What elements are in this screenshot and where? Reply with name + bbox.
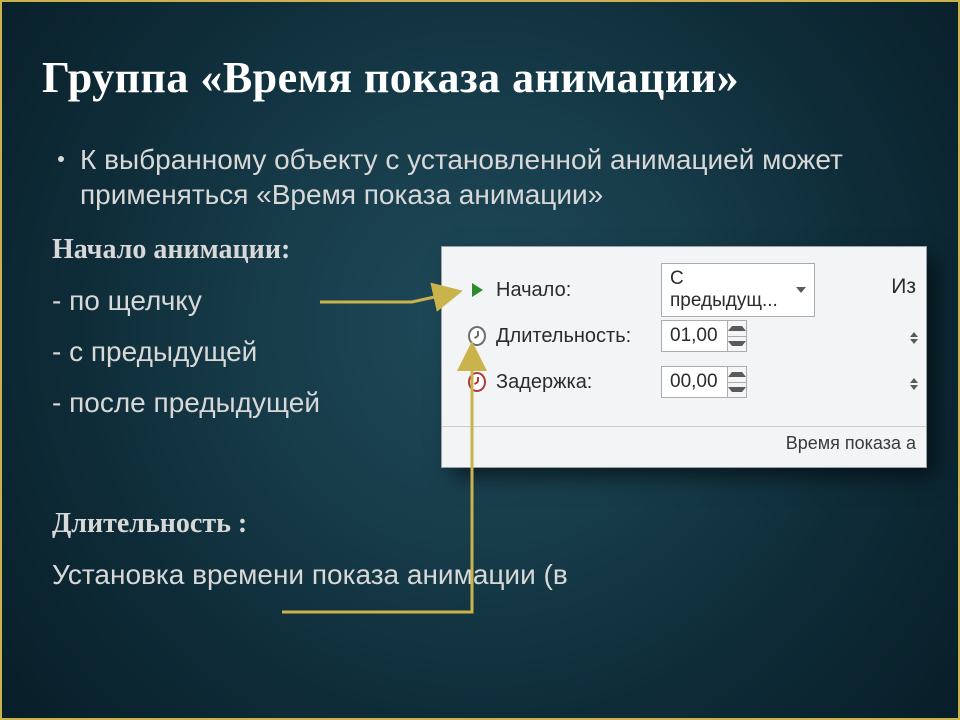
panel-caption: Время показа а: [442, 426, 926, 467]
delay-spinner[interactable]: 00,00: [661, 366, 747, 398]
clock-red-icon: [468, 373, 486, 391]
row-start: Начало: С предыдущ...: [468, 267, 918, 313]
clock-icon: [468, 327, 486, 345]
delay-label: Задержка:: [496, 371, 651, 394]
duration-spinner[interactable]: 01,00: [661, 320, 747, 352]
duration-label: Длительность:: [496, 325, 651, 348]
row-duration: Длительность: 01,00: [468, 313, 918, 359]
slide-title: Группа «Время показа анимации»: [42, 52, 739, 103]
duration-up-button[interactable]: [728, 321, 746, 336]
chevron-down-icon: [796, 287, 806, 293]
chevron-down-icon: [728, 387, 746, 392]
panel-cropped-label: Из: [891, 275, 916, 299]
chevron-up-icon: [728, 372, 746, 377]
chevron-down-icon: [728, 341, 746, 346]
play-icon: [468, 281, 486, 299]
slide: Группа «Время показа анимации» К выбранн…: [0, 0, 960, 720]
duration-description: Установка времени показа анимации (в: [52, 557, 912, 592]
chevron-up-icon: [728, 326, 746, 331]
start-value: С предыдущ...: [670, 268, 796, 312]
start-label: Начало:: [496, 279, 651, 302]
delay-up-button[interactable]: [728, 367, 746, 382]
start-dropdown[interactable]: С предыдущ...: [661, 263, 815, 317]
delay-down-button[interactable]: [728, 382, 746, 398]
section-duration-heading: Длительность :: [52, 506, 912, 541]
delay-value: 00,00: [670, 371, 718, 392]
duration-down-button[interactable]: [728, 336, 746, 352]
duration-value: 01,00: [670, 325, 718, 346]
intro-bullet: К выбранному объекту с установленной ани…: [52, 142, 912, 212]
row-delay: Задержка: 00,00: [468, 359, 918, 405]
timing-panel: Из Начало: С предыдущ... Длительность: 0…: [442, 247, 926, 467]
cropped-spinners: [902, 315, 926, 407]
